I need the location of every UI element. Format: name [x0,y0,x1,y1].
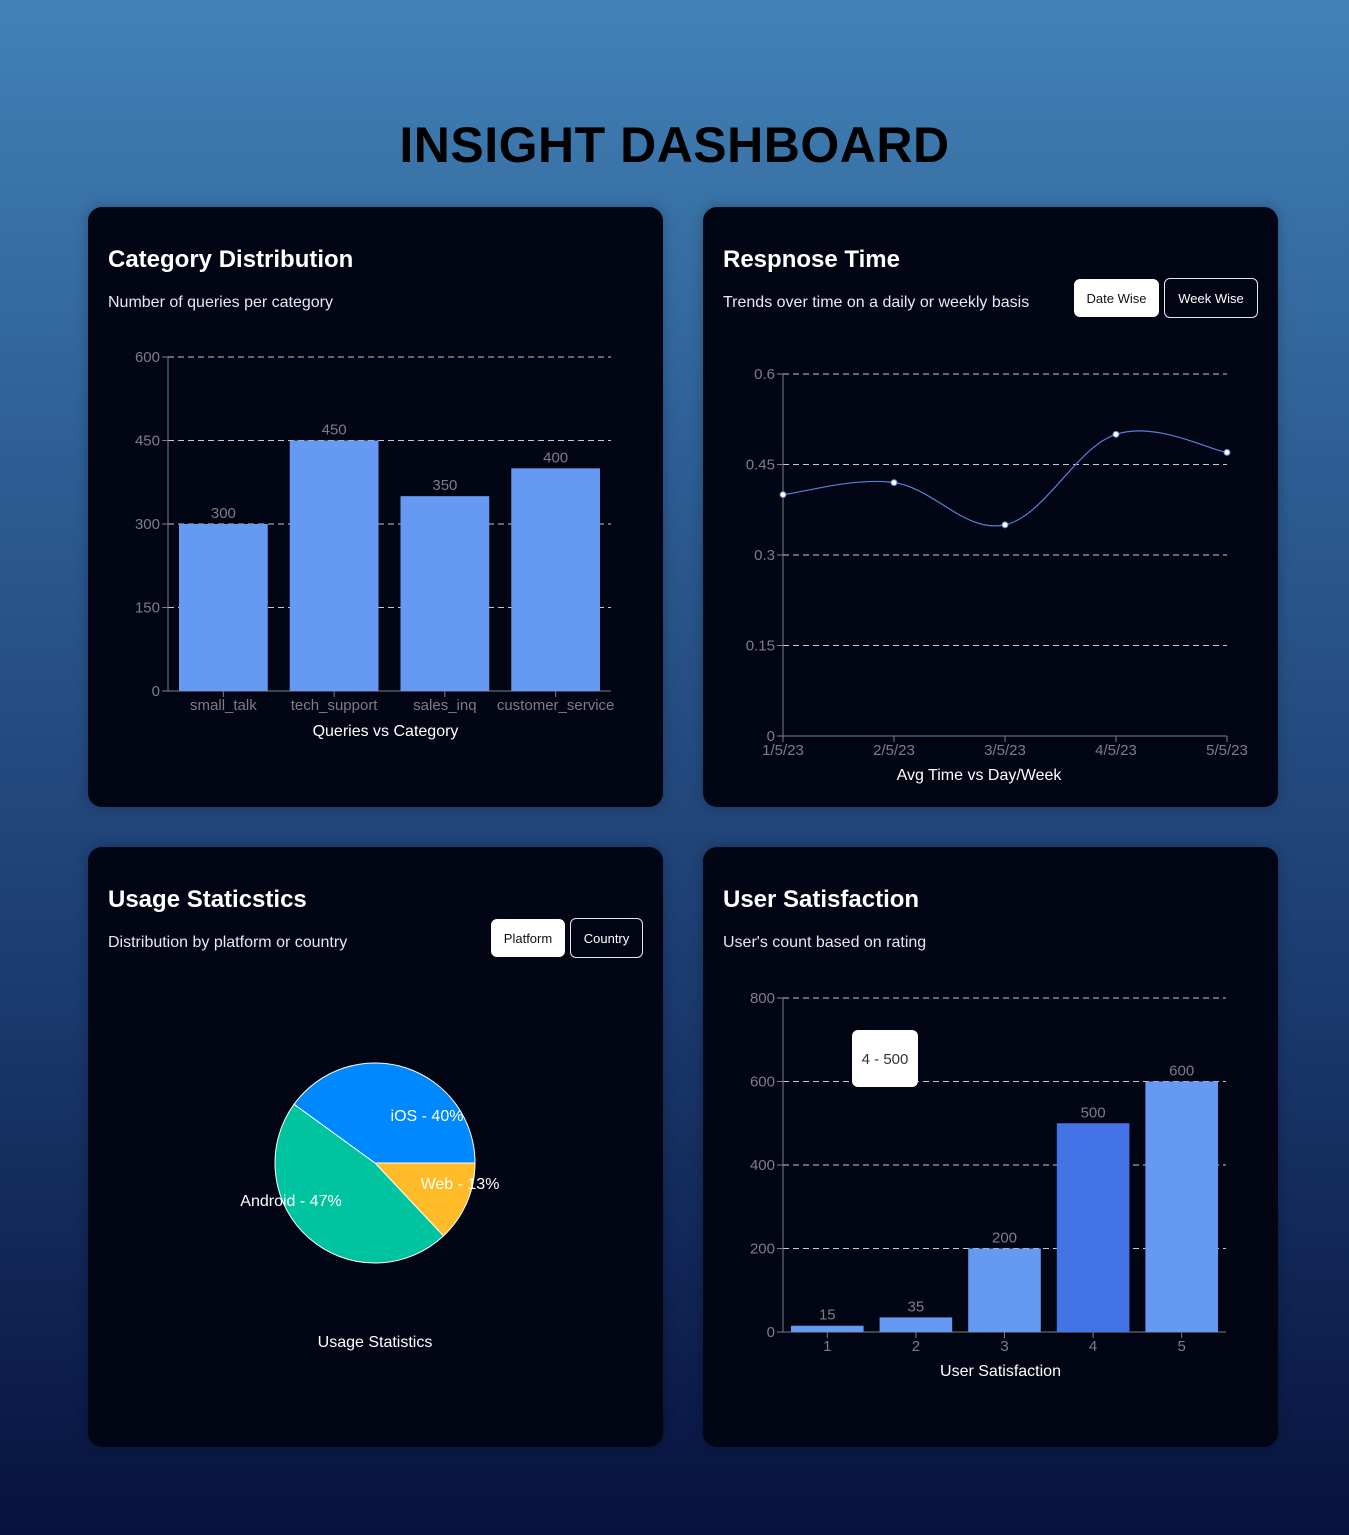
x-tick-label: 4/5/23 [1095,742,1137,759]
bar [511,468,600,691]
data-label: 300 [211,505,236,522]
y-tick-label: 0.6 [754,366,775,383]
category-distribution-card: Category Distribution Number of queries … [88,207,663,807]
x-tick-label: 1/5/23 [762,742,804,759]
bar [179,524,268,691]
x-tick-label: 5 [1178,1338,1186,1355]
satisfaction-bar-chart: 0 200 400 600 800 15 1 35 2 200 3 500 4 600 5 User Sati… [750,990,1226,1380]
bar [1056,1123,1130,1332]
slice-label: iOS - 40% [391,1108,464,1125]
y-tick-label: 0.15 [746,638,775,655]
x-axis-label: Queries vs Category [313,723,459,740]
bar [968,1248,1041,1332]
data-label: 350 [432,477,457,494]
data-label: 200 [992,1230,1017,1247]
category-bar-chart: 0 150 300 450 600 300 small_talk 450 tech_suppor… [135,349,615,740]
usage-statistics-card: Usage Staticstics Distribution by platfo… [88,847,663,1447]
y-tick-label: 200 [750,1241,775,1258]
bar [791,1325,864,1332]
bar [1145,1081,1218,1332]
x-axis-label: User Satisfaction [940,1363,1061,1380]
y-tick-label: 600 [750,1074,775,1091]
y-tick-label: 300 [135,516,160,533]
slice-label: Web - 13% [421,1176,500,1193]
x-tick-label: 4 [1089,1338,1097,1355]
slice-label: Android - 47% [240,1193,341,1210]
y-tick-label: 150 [135,600,160,617]
x-tick-label: 1 [823,1338,831,1355]
data-point [1223,448,1231,456]
data-label: 15 [819,1307,836,1324]
data-label: 600 [1169,1063,1194,1080]
data-point [1001,521,1009,529]
x-tick-label: 2 [912,1338,920,1355]
response-time-card: Respnose Time Trends over time on a dail… [703,207,1278,807]
bar [879,1317,953,1332]
y-tick-label: 600 [135,349,160,366]
tooltip-text: 4 - 500 [862,1051,909,1068]
y-tick-label: 800 [750,990,775,1007]
x-tick-label: small_talk [190,697,257,714]
user-satisfaction-card: User Satisfaction User's count based on … [703,847,1278,1447]
y-tick-label: 0.45 [746,457,775,474]
x-tick-label: 5/5/23 [1206,742,1248,759]
data-point [779,491,787,499]
chart-caption: Usage Statistics [318,1334,433,1351]
y-tick-label: 0 [767,1324,775,1341]
bar [289,440,379,691]
x-tick-label: tech_support [291,697,379,714]
data-point [890,479,898,487]
bar [400,496,490,691]
data-label: 450 [322,422,347,439]
x-tick-label: 3 [1000,1338,1008,1355]
data-point [1112,430,1120,438]
series-line [782,430,1228,527]
data-label: 500 [1081,1104,1106,1121]
data-label: 35 [908,1298,925,1315]
response-line-chart: 00.150.30.450.61/5/23 2/5/23 3/5/23 4/5/23 5… [746,366,1248,784]
page-title: INSIGHT DASHBOARD [399,117,950,173]
x-tick-label: 2/5/23 [873,742,915,759]
y-tick-label: 400 [750,1157,775,1174]
x-axis-label: Avg Time vs Day/Week [897,767,1063,784]
x-tick-label: 3/5/23 [984,742,1026,759]
x-tick-label: customer_service [497,697,615,714]
y-tick-label: 0 [152,683,160,700]
usage-pie-chart: iOS - 40% Web - 13% Android - 47% Usage Sta… [240,1062,500,1351]
data-label: 400 [543,449,568,466]
y-tick-label: 0.3 [754,547,775,564]
y-tick-label: 450 [135,433,160,450]
x-tick-label: sales_inq [413,697,476,714]
